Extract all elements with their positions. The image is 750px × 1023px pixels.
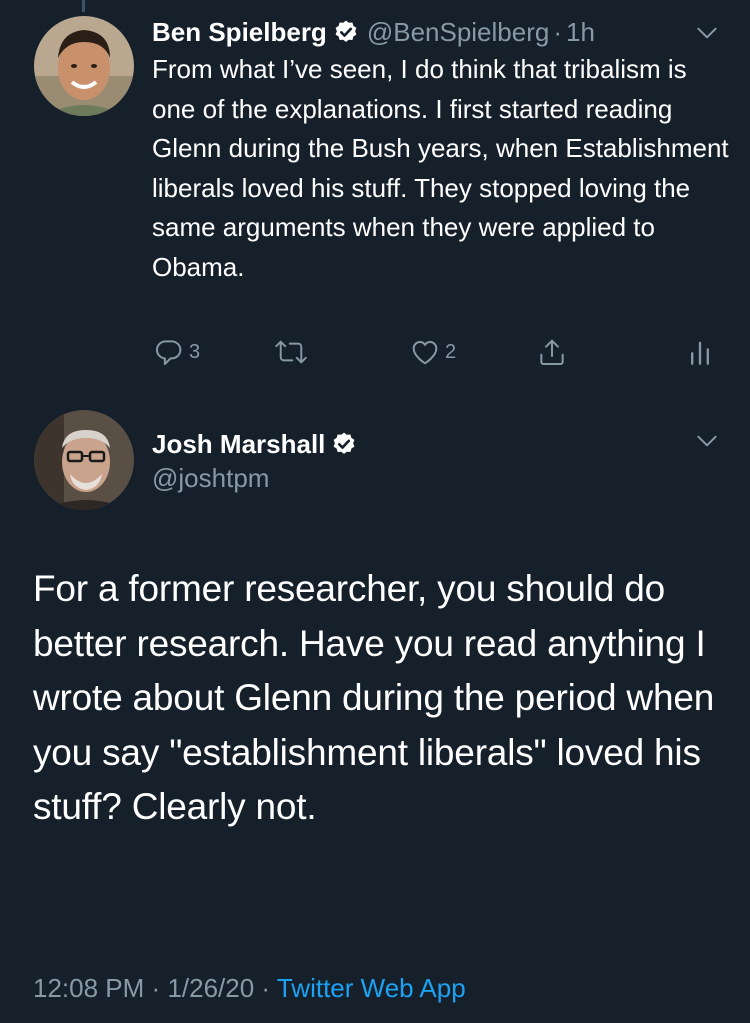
- tweet-date[interactable]: 1/26/20: [167, 973, 254, 1003]
- thread-connector-line: [82, 0, 85, 12]
- like-count: 2: [445, 340, 457, 363]
- verified-badge-icon: [331, 431, 357, 457]
- reply-count: 3: [189, 340, 201, 363]
- verified-badge-icon: [333, 19, 359, 45]
- separator-dot: ·: [261, 973, 271, 1003]
- separator-dot: ·: [151, 973, 161, 1003]
- tweet-timestamp[interactable]: 1h: [566, 17, 595, 48]
- avatar[interactable]: [34, 16, 134, 116]
- author-name[interactable]: Josh Marshall: [152, 429, 325, 460]
- main-author-header: Josh Marshall: [152, 425, 357, 463]
- author-handle[interactable]: @joshtpm: [152, 463, 269, 494]
- tweet-text: For a former researcher, you should do b…: [33, 568, 715, 827]
- analytics-icon: [687, 336, 713, 368]
- tweet-time[interactable]: 12:08 PM: [33, 973, 144, 1003]
- reply-icon: [153, 336, 185, 368]
- share-icon: [536, 336, 568, 368]
- retweet-icon: [273, 336, 309, 368]
- reply-text: From what I’ve seen, I do think that tri…: [152, 54, 729, 282]
- author-name[interactable]: Ben Spielberg: [152, 17, 327, 48]
- chevron-down-icon[interactable]: [694, 428, 720, 454]
- reply-header: Ben Spielberg @BenSpielberg · 1h: [152, 12, 732, 52]
- chevron-down-icon[interactable]: [694, 20, 720, 46]
- like-button[interactable]: 2: [409, 334, 456, 370]
- tweet-actions: 3 2: [0, 334, 750, 370]
- source-link[interactable]: Twitter Web App: [277, 973, 466, 1003]
- analytics-button[interactable]: [687, 334, 713, 370]
- retweet-button[interactable]: [273, 334, 309, 370]
- tweet-metadata: 12:08 PM · 1/26/20 · Twitter Web App: [33, 973, 466, 1004]
- separator-dot: ·: [553, 16, 563, 47]
- reply-button[interactable]: 3: [153, 334, 200, 370]
- share-button[interactable]: [536, 334, 568, 370]
- heart-icon: [409, 336, 441, 368]
- avatar[interactable]: [34, 410, 134, 510]
- author-handle[interactable]: @BenSpielberg: [367, 17, 550, 48]
